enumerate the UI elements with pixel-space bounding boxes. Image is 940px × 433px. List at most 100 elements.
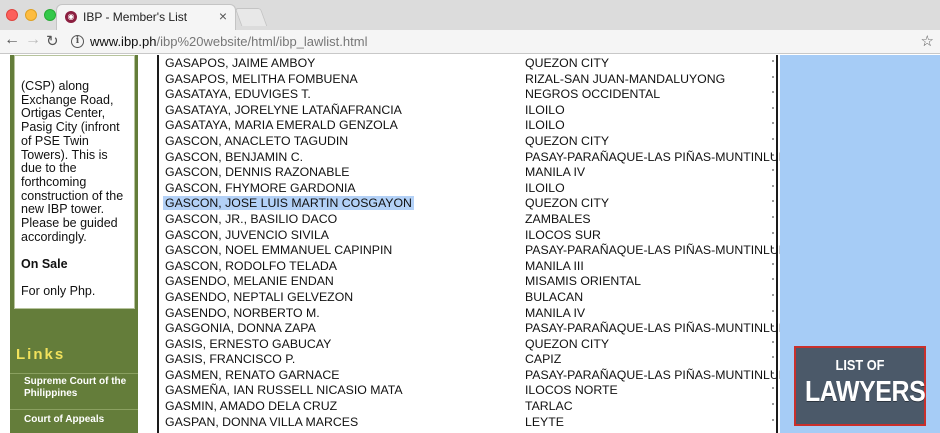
row-marker	[772, 75, 774, 78]
member-name: GASCON, RODOLFO TELADA	[165, 258, 337, 273]
member-chapter: TARLAC	[525, 399, 573, 414]
member-chapter: BULACAN	[525, 289, 584, 304]
banner-line2: LAWYERS	[804, 376, 926, 408]
member-name: GASATAYA, JORELYNE LATAÑAFRANCIA	[165, 102, 402, 117]
member-row: GASATAYA, JORELYNE LATAÑAFRANCIA ILOILO	[159, 102, 776, 118]
member-name: GASCON, JUVENCIO SIVILA	[165, 227, 329, 242]
tab-title: IBP - Member's List	[83, 10, 188, 24]
url-host: www.ibp.ph	[90, 34, 157, 49]
member-row: GASCON, JR., BASILIO DACO ZAMBALES	[159, 211, 776, 227]
member-row: GASAPOS, MELITHA FOMBUENA RIZAL-SAN JUAN-…	[159, 71, 776, 87]
member-name: GASCON, ANACLETO TAGUDIN	[165, 133, 349, 148]
ibp-logo-icon: ◉	[65, 11, 77, 23]
member-row: GASMEÑA, IAN RUSSELL NICASIO MATA ILOCOS …	[159, 382, 776, 398]
member-name: GASIS, FRANCISCO P.	[165, 352, 296, 367]
member-row: GASCON, JOSE LUIS MARTIN COSGAYON QUEZON …	[159, 195, 776, 211]
row-marker	[772, 231, 774, 234]
maximize-window-button[interactable]	[44, 9, 56, 21]
member-chapter: QUEZON CITY	[525, 336, 610, 351]
member-row: GASCON, FHYMORE GARDONIA ILOILO	[159, 180, 776, 196]
address-bar[interactable]: www.ibp.ph/ibp%20website/html/ibp_lawlis…	[90, 34, 367, 49]
member-chapter: ILOILO	[525, 118, 565, 133]
price-text: For only Php.	[21, 284, 96, 299]
link-court-of-appeals[interactable]: Court of Appeals	[10, 409, 138, 433]
row-marker	[772, 106, 774, 109]
member-chapter: ILOCOS SUR	[525, 227, 601, 242]
member-name: GASIS, ERNESTO GABUCAY	[165, 336, 332, 351]
member-row: GASMIN, AMADO DELA CRUZ TARLAC	[159, 398, 776, 414]
close-window-button[interactable]	[6, 9, 18, 21]
new-tab-button[interactable]	[234, 8, 268, 26]
row-marker	[772, 371, 774, 374]
member-row: GASCON, NOEL EMMANUEL CAPINPIN PASAY-PARA…	[159, 242, 794, 258]
row-marker	[772, 293, 774, 296]
member-row: GASCON, DENNIS RAZONABLE MANILA IV	[159, 164, 776, 180]
member-name: GASCON, FHYMORE GARDONIA	[165, 180, 356, 195]
member-chapter: PASAY-PARAÑAQUE-LAS PIÑAS-MUNTINLUPA	[525, 149, 795, 164]
close-icon[interactable]: ×	[219, 8, 227, 24]
row-marker	[772, 137, 774, 140]
member-row: GASCON, ANACLETO TAGUDIN QUEZON CITY	[159, 133, 776, 149]
browser-tab-bar: ◉ IBP - Member's List ×	[0, 0, 940, 30]
left-sidebar: (CSP) along Exchange Road, Ortigas Cente…	[10, 55, 138, 433]
member-row: GASCON, RODOLFO TELADA MANILA III	[159, 258, 776, 274]
member-list-panel[interactable]: GASAPOS, JAIME AMBOY QUEZON CITY GASAPOS, …	[157, 55, 794, 433]
bookmark-star-icon[interactable]: ☆	[921, 32, 934, 50]
info-icon[interactable]: i	[71, 35, 84, 48]
banner-line1: LIST OF	[835, 357, 885, 374]
member-name: GASGONIA, DONNA ZAPA	[165, 321, 316, 336]
member-name: GASPAN, DONNA VILLA MARCES	[165, 414, 359, 429]
row-marker	[772, 278, 774, 281]
member-chapter: LEYTE	[525, 414, 564, 429]
member-chapter: ILOILO	[525, 180, 565, 195]
member-row: GASENDO, NEPTALI GELVEZON BULACAN	[159, 289, 776, 305]
row-marker	[772, 184, 774, 187]
member-chapter: RIZAL-SAN JUAN-MANDALUYONG	[525, 71, 726, 86]
member-name: GASMIN, AMADO DELA CRUZ	[165, 399, 338, 414]
member-name: GASAPOS, MELITHA FOMBUENA	[165, 71, 358, 86]
row-marker	[772, 215, 774, 218]
member-row: GASIS, FRANCISCO P. CAPIZ	[159, 351, 776, 367]
reload-icon[interactable]: ↻	[46, 32, 59, 50]
row-marker	[772, 91, 774, 94]
member-chapter: ILOILO	[525, 102, 565, 117]
member-chapter: PASAY-PARAÑAQUE-LAS PIÑAS-MUNTINLUPA	[525, 367, 795, 382]
member-name: GASCON, NOEL EMMANUEL CAPINPIN	[165, 243, 393, 258]
links-heading: Links	[16, 346, 66, 363]
row-marker	[772, 387, 774, 390]
minimize-window-button[interactable]	[25, 9, 37, 21]
back-arrow-icon[interactable]: ←	[4, 31, 20, 49]
notice-text: (CSP) along Exchange Road, Ortigas Cente…	[21, 79, 124, 244]
row-marker	[772, 153, 774, 156]
member-row: GASCON, JUVENCIO SIVILA ILOCOS SUR	[159, 227, 776, 243]
member-chapter: QUEZON CITY	[525, 56, 610, 70]
member-name: GASCON, JR., BASILIO DACO	[165, 211, 338, 226]
member-name: GASATAYA, MARIA EMERALD GENZOLA	[165, 118, 398, 133]
row-marker	[772, 356, 774, 359]
member-row: GASENDO, MELANIE ENDAN MISAMIS ORIENTAL	[159, 273, 776, 289]
member-list: GASAPOS, JAIME AMBOY QUEZON CITY GASAPOS, …	[159, 55, 794, 429]
member-chapter: PASAY-PARAÑAQUE-LAS PIÑAS-MUNTINLUPA	[525, 243, 795, 258]
member-name: GASCON, JOSE LUIS MARTIN COSGAYON	[163, 196, 414, 211]
member-name: GASATAYA, EDUVIGES T.	[165, 87, 311, 102]
row-marker	[772, 200, 774, 203]
member-name: GASMEN, RENATO GARNACE	[165, 367, 340, 382]
link-supreme-court[interactable]: Supreme Court of the Philippines	[10, 373, 138, 407]
member-chapter: CAPIZ	[525, 352, 562, 367]
member-chapter: QUEZON CITY	[525, 196, 610, 211]
notice-box: (CSP) along Exchange Road, Ortigas Cente…	[14, 55, 135, 309]
row-marker	[772, 262, 774, 265]
row-marker	[772, 122, 774, 125]
browser-toolbar: ← → ↻ i www.ibp.ph/ibp%20website/html/ib…	[0, 30, 940, 54]
browser-tab[interactable]: ◉ IBP - Member's List ×	[56, 4, 236, 30]
on-sale-label: On Sale	[21, 257, 68, 272]
member-row: GASAPOS, JAIME AMBOY QUEZON CITY	[159, 55, 776, 71]
member-name: GASCON, BENJAMIN C.	[165, 149, 304, 164]
member-row: GASIS, ERNESTO GABUCAY QUEZON CITY	[159, 336, 776, 352]
member-chapter: MANILA III	[525, 258, 584, 273]
url-path: /ibp%20website/html/ibp_lawlist.html	[156, 34, 368, 49]
forward-arrow-icon[interactable]: →	[25, 31, 41, 49]
member-name: GASCON, DENNIS RAZONABLE	[165, 165, 350, 180]
member-row: GASMEN, RENATO GARNACE PASAY-PARAÑAQUE-LA…	[159, 367, 794, 383]
list-of-lawyers-banner[interactable]: LIST OF LAWYERS	[794, 346, 926, 426]
